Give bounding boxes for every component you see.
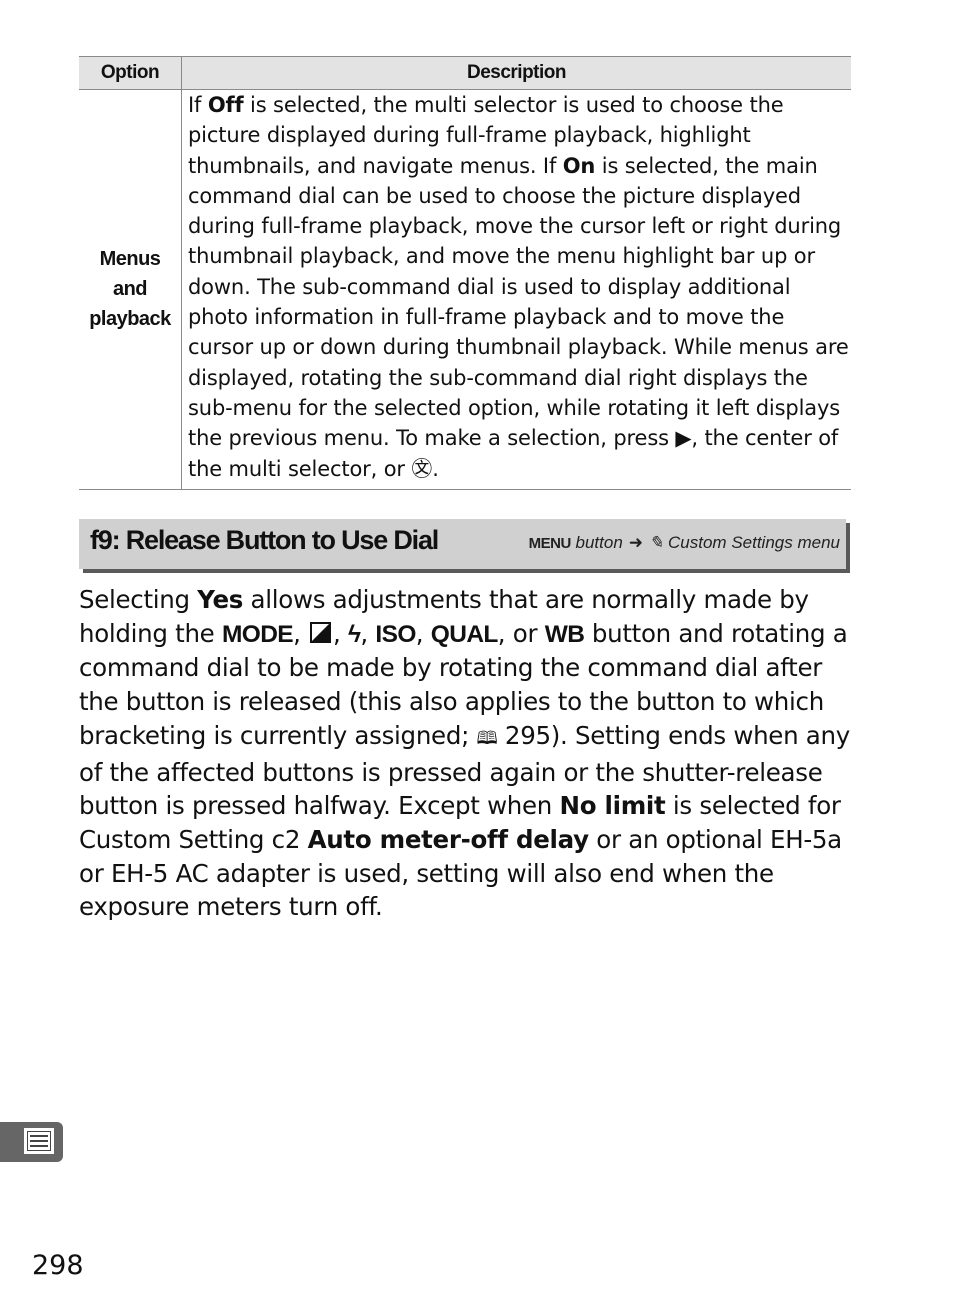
body-paragraph: Selecting Yes allows adjustments that ar… bbox=[79, 583, 854, 924]
path-button-text: button bbox=[570, 533, 623, 552]
text: , bbox=[333, 618, 349, 648]
wb-button-label: WB bbox=[544, 620, 585, 648]
menu-button-label: MENU bbox=[528, 535, 572, 552]
menu-list-icon bbox=[24, 1128, 54, 1154]
arrow-right-icon: ➜ bbox=[628, 533, 644, 552]
pencil-icon: ✎ bbox=[649, 533, 664, 552]
option-line: and bbox=[112, 278, 148, 301]
text: , or bbox=[497, 618, 545, 648]
table-header-row: Option Description bbox=[79, 56, 851, 90]
qual-button-label: QUAL bbox=[430, 620, 499, 648]
section-tab-menu[interactable] bbox=[0, 1122, 63, 1162]
text: . bbox=[432, 456, 439, 481]
text: If bbox=[188, 93, 208, 117]
text: , bbox=[360, 618, 376, 648]
text: , bbox=[415, 618, 431, 648]
keyword-yes: Yes bbox=[197, 585, 244, 614]
description-cell: If Off is selected, the multi selector i… bbox=[181, 89, 851, 490]
keyword-off: Off bbox=[207, 93, 244, 117]
exposure-compensation-icon bbox=[310, 621, 332, 643]
options-table: Option Description Menus and playback If… bbox=[79, 56, 851, 490]
option-line: Menus bbox=[99, 248, 161, 271]
option-cell: Menus and playback bbox=[79, 89, 182, 490]
keyword-auto-meter-off-delay: Auto meter-off delay bbox=[307, 824, 589, 854]
keyword-on: On bbox=[562, 153, 596, 178]
ok-button-icon: ㉆ bbox=[411, 456, 433, 481]
section-header: f9: Release Button to Use Dial MENU butt… bbox=[79, 519, 846, 569]
option-line: playback bbox=[89, 308, 171, 331]
table-row: Menus and playback If Off is selected, t… bbox=[79, 89, 851, 490]
play-triangle-icon: ▶ bbox=[675, 426, 692, 451]
custom-settings-menu-label: Custom Settings menu bbox=[663, 533, 840, 552]
header-description: Description bbox=[181, 56, 851, 90]
flash-icon: ϟ bbox=[348, 620, 361, 648]
section-title: f9: Release Button to Use Dial bbox=[90, 525, 439, 555]
menu-path: MENU button ➜ ✎ Custom Settings menu bbox=[529, 533, 840, 553]
text: Selecting bbox=[79, 585, 198, 614]
text: is selected, the main command dial can b… bbox=[188, 153, 849, 451]
keyword-no-limit: No limit bbox=[559, 791, 666, 821]
iso-button-label: ISO bbox=[375, 620, 416, 648]
page-number: 298 bbox=[32, 1250, 84, 1281]
book-reference-icon: 🕮 bbox=[476, 727, 498, 749]
text: , bbox=[293, 618, 309, 648]
mode-button-label: MODE bbox=[221, 620, 294, 648]
header-option: Option bbox=[79, 56, 182, 90]
